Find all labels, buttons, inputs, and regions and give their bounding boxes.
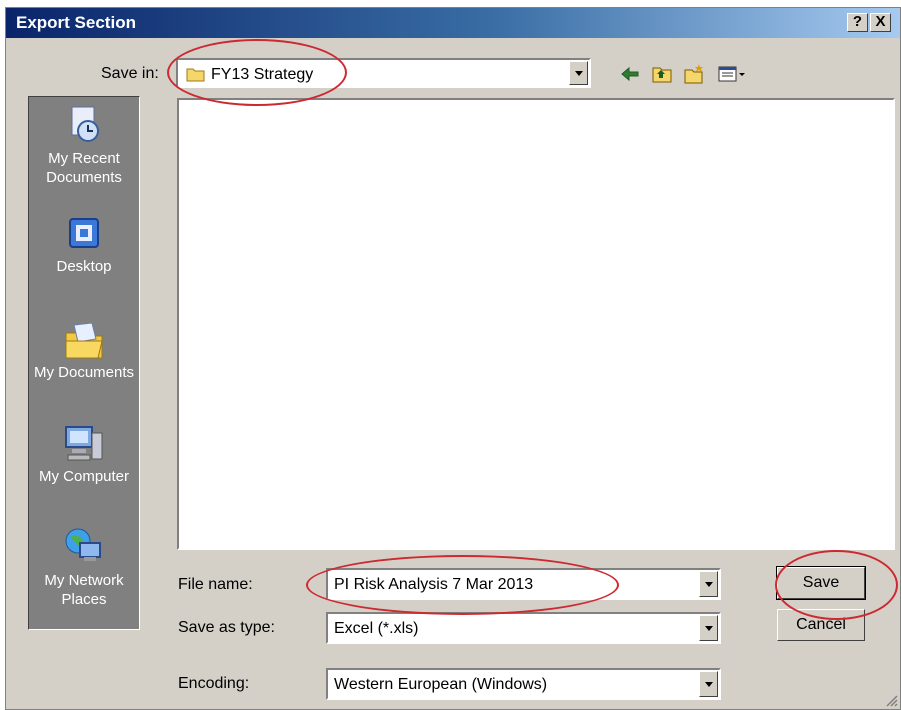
save-as-type-dropdown[interactable]: Excel (*.xls) (326, 612, 721, 644)
chevron-down-icon[interactable] (699, 671, 718, 697)
new-folder-icon[interactable] (683, 63, 705, 85)
resize-grip-icon[interactable] (884, 693, 898, 707)
place-label: Documents (46, 169, 122, 186)
file-name-label: File name: (178, 576, 253, 593)
close-button[interactable]: X (870, 13, 891, 32)
network-places-icon (65, 528, 101, 561)
window-title: Export Section (16, 13, 136, 32)
save-in-label: Save in: (101, 65, 159, 82)
save-as-type-label: Save as type: (178, 619, 275, 636)
encoding-label: Encoding: (178, 675, 250, 692)
save-as-type-value: Excel (*.xls) (334, 620, 419, 637)
view-menu-icon[interactable] (717, 63, 747, 85)
chevron-down-icon[interactable] (569, 61, 588, 85)
file-name-value: PI Risk Analysis 7 Mar 2013 (334, 576, 534, 593)
save-in-value: FY13 Strategy (211, 66, 314, 83)
place-recent-documents[interactable]: My Recent Documents (29, 103, 139, 187)
chevron-down-icon[interactable] (699, 571, 718, 597)
place-label: My Network (44, 572, 124, 589)
up-folder-icon[interactable] (651, 63, 673, 85)
export-dialog: Export Section ? X Save in: FY13 Strateg… (5, 7, 901, 710)
my-documents-icon (65, 322, 103, 359)
place-label: My Computer (38, 468, 130, 485)
place-label: My Documents (33, 364, 135, 381)
save-button[interactable]: Save (776, 566, 866, 600)
place-label: Desktop (56, 258, 112, 275)
back-arrow-icon[interactable] (619, 63, 641, 85)
file-list[interactable] (177, 98, 895, 550)
place-desktop[interactable]: Desktop (29, 215, 139, 276)
folder-icon (186, 68, 205, 82)
save-in-dropdown[interactable]: FY13 Strategy (176, 58, 591, 88)
help-button[interactable]: ? (847, 13, 868, 32)
cancel-button[interactable]: Cancel (777, 609, 865, 641)
desktop-icon (69, 218, 99, 248)
chevron-down-icon[interactable] (699, 615, 718, 641)
encoding-value: Western European (Windows) (334, 676, 548, 693)
places-bar: My Recent Documents Desktop My Documents (28, 96, 140, 630)
place-network-places[interactable]: My Network Places (29, 525, 139, 609)
title-bar[interactable]: Export Section ? X (6, 8, 900, 38)
encoding-dropdown[interactable]: Western European (Windows) (326, 668, 721, 700)
place-label: My Recent (48, 150, 120, 167)
place-label: Places (61, 591, 107, 608)
file-name-input[interactable]: PI Risk Analysis 7 Mar 2013 (326, 568, 721, 600)
place-my-documents[interactable]: My Documents (29, 319, 139, 382)
my-computer-icon (65, 426, 103, 461)
place-my-computer[interactable]: My Computer (29, 423, 139, 486)
recent-documents-icon (71, 106, 99, 142)
